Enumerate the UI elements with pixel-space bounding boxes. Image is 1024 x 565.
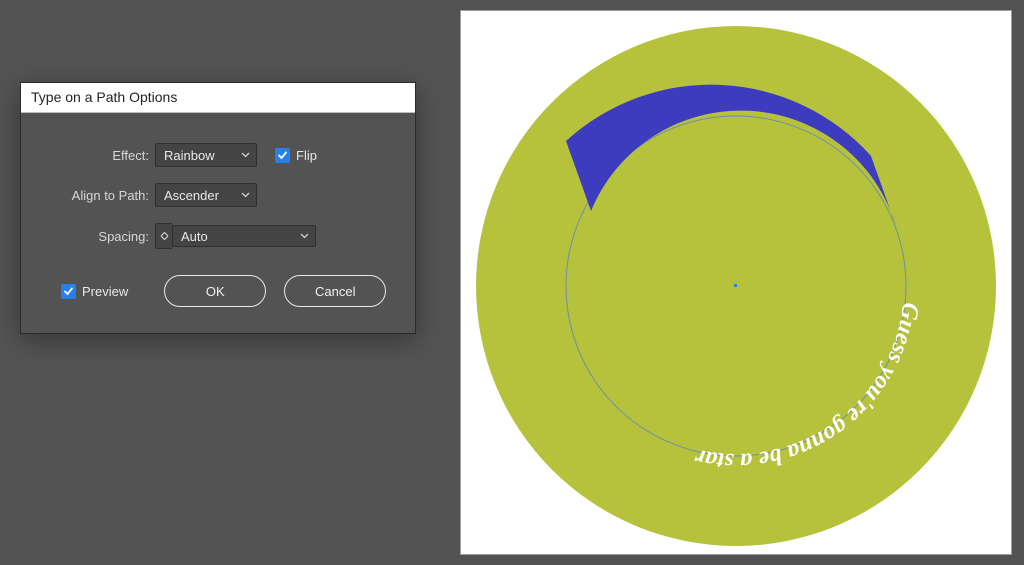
flip-label: Flip: [296, 148, 317, 163]
ok-button-label: OK: [206, 284, 225, 299]
artwork-svg: Guess you're gonna be a star: [461, 11, 1011, 554]
effect-select[interactable]: Rainbow: [155, 143, 257, 167]
align-row: Align to Path: Ascender: [43, 183, 393, 207]
effect-row: Effect: Rainbow Flip: [43, 143, 393, 167]
chevron-down-icon: [241, 192, 250, 198]
spinner-buttons[interactable]: [155, 223, 172, 249]
spacing-spinner[interactable]: Auto: [155, 223, 316, 249]
effect-select-value: Rainbow: [164, 148, 215, 163]
center-anchor: [734, 284, 737, 287]
align-select[interactable]: Ascender: [155, 183, 257, 207]
check-icon: [61, 284, 76, 299]
dialog-body: Effect: Rainbow Flip Align to Path: Asce…: [21, 113, 415, 333]
cancel-button-label: Cancel: [315, 284, 355, 299]
check-icon: [275, 148, 290, 163]
align-label: Align to Path:: [43, 188, 155, 203]
ok-button[interactable]: OK: [164, 275, 266, 307]
preview-checkbox[interactable]: Preview: [61, 284, 128, 299]
spacing-value: Auto: [181, 229, 208, 244]
dialog-button-row: Preview OK Cancel: [43, 275, 393, 307]
chevron-down-icon: [300, 233, 309, 239]
effect-label: Effect:: [43, 148, 155, 163]
spacing-row: Spacing: Auto: [43, 223, 393, 249]
align-select-value: Ascender: [164, 188, 219, 203]
spacing-field[interactable]: Auto: [172, 225, 316, 247]
dialog-titlebar[interactable]: Type on a Path Options: [21, 83, 415, 113]
flip-checkbox[interactable]: Flip: [275, 148, 317, 163]
cancel-button[interactable]: Cancel: [284, 275, 386, 307]
type-on-path-options-dialog: Type on a Path Options Effect: Rainbow F…: [20, 82, 416, 334]
preview-label: Preview: [82, 284, 128, 299]
chevron-down-icon: [241, 152, 250, 158]
spacing-label: Spacing:: [43, 229, 155, 244]
artboard[interactable]: Guess you're gonna be a star: [461, 11, 1011, 554]
dialog-title: Type on a Path Options: [31, 89, 177, 105]
chevron-down-icon: [160, 235, 169, 241]
